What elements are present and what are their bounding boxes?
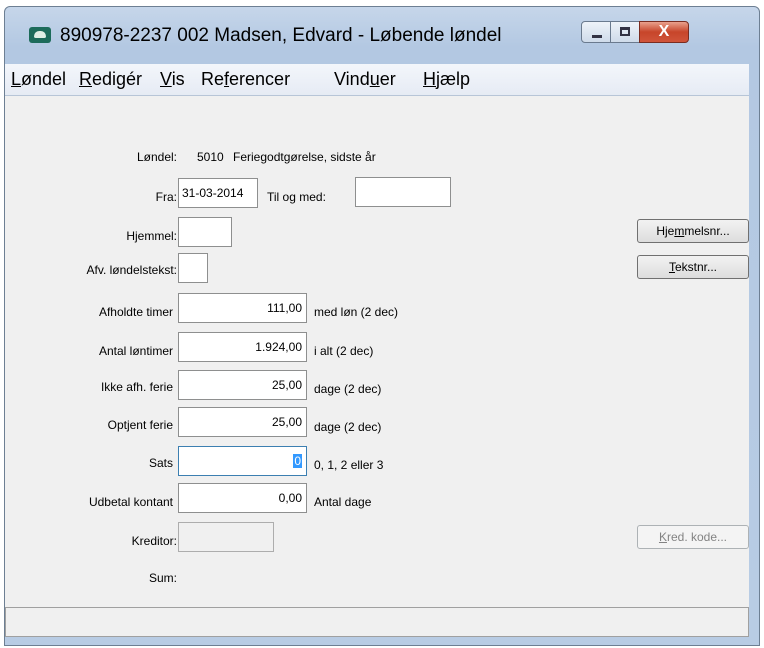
menu-bar: Løndel Redigér Vis Referencer Vinduer Hj… xyxy=(5,64,749,96)
kred-kode-button[interactable]: Kred. kode... xyxy=(637,525,749,549)
udbetal-kontant-label: Udbetal kontant xyxy=(88,495,173,509)
afv-loendelstekst-field[interactable] xyxy=(178,253,208,283)
sats-label: Sats xyxy=(148,456,173,470)
menu-loendel[interactable]: Løndel xyxy=(11,69,66,90)
menu-vinduer[interactable]: Vinduer xyxy=(334,69,396,90)
menu-vis[interactable]: Vis xyxy=(160,69,185,90)
hjemmelsnr-button[interactable]: Hjemmelsnr... xyxy=(637,219,749,243)
tekstnr-button[interactable]: Tekstnr... xyxy=(637,255,749,279)
menu-rediger[interactable]: Redigér xyxy=(79,69,142,90)
close-icon: X xyxy=(658,23,670,40)
optjent-ferie-label: Optjent ferie xyxy=(107,418,173,432)
ikke-afh-ferie-unit: dage (2 dec) xyxy=(314,382,382,396)
til-date-field[interactable] xyxy=(355,177,451,207)
ikke-afh-ferie-field[interactable]: 25,00 xyxy=(178,370,307,400)
kreditor-field xyxy=(178,522,274,552)
window-title: 890978-2237 002 Madsen, Edvard - Løbende… xyxy=(60,25,502,46)
sats-hint: 0, 1, 2 eller 3 xyxy=(314,458,384,472)
sats-selected-text: 0 xyxy=(293,454,302,468)
loendel-code: 5010 xyxy=(197,150,224,164)
antal-loentimer-label: Antal løntimer xyxy=(98,344,173,358)
optjent-ferie-field[interactable]: 25,00 xyxy=(178,407,307,437)
afholdte-timer-field[interactable]: 111,00 xyxy=(178,293,307,323)
sats-field[interactable]: 0 xyxy=(178,446,307,476)
sum-label: Sum: xyxy=(148,571,177,585)
optjent-ferie-unit: dage (2 dec) xyxy=(314,420,382,434)
hjemmel-label: Hjemmel: xyxy=(126,229,177,243)
minimize-button[interactable] xyxy=(581,21,611,43)
maximize-button[interactable] xyxy=(610,21,640,43)
udbetal-kontant-field[interactable]: 0,00 xyxy=(178,483,307,513)
app-icon[interactable] xyxy=(29,27,51,43)
afholdte-timer-unit: med løn (2 dec) xyxy=(314,305,399,319)
menu-hjaelp[interactable]: Hjælp xyxy=(423,69,470,90)
afv-loendelstekst-label: Afv. løndelstekst: xyxy=(86,263,177,277)
antal-loentimer-unit: i alt (2 dec) xyxy=(314,344,374,358)
udbetal-kontant-unit: Antal dage xyxy=(314,495,372,509)
fra-date-field[interactable]: 31-03-2014 xyxy=(178,178,258,208)
close-button[interactable]: X xyxy=(639,21,689,43)
loendel-label: Løndel: xyxy=(136,150,177,164)
til-label: Til og med: xyxy=(267,190,326,204)
loendel-name: Feriegodtgørelse, sidste år xyxy=(233,150,376,164)
antal-loentimer-field[interactable]: 1.924,00 xyxy=(178,332,307,362)
hjemmel-field[interactable] xyxy=(178,217,232,247)
afholdte-timer-label: Afholdte timer xyxy=(98,305,173,319)
fra-label: Fra: xyxy=(155,190,177,204)
status-bar xyxy=(5,607,749,637)
title-bar[interactable]: 890978-2237 002 Madsen, Edvard - Løbende… xyxy=(5,7,759,49)
menu-referencer[interactable]: Referencer xyxy=(201,69,290,90)
kreditor-label: Kreditor: xyxy=(131,534,177,548)
form-area: Løndel: 5010 Feriegodtgørelse, sidste år… xyxy=(5,96,749,608)
ikke-afh-ferie-label: Ikke afh. ferie xyxy=(100,380,173,394)
